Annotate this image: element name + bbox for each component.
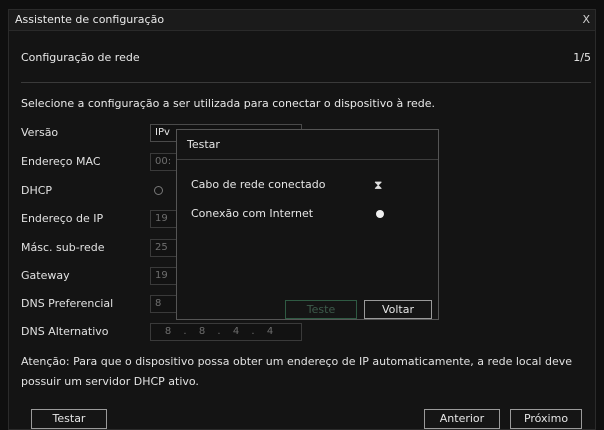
- next-button[interactable]: Próximo: [510, 409, 582, 429]
- status-dot-icon: [376, 210, 384, 218]
- mask-label: Másc. sub-rede: [21, 241, 105, 254]
- dns-octet: 8: [164, 326, 172, 337]
- test-dialog: Testar Cabo de rede conectado ⧗ Conexão …: [176, 129, 439, 320]
- dialog-title: Testar: [187, 138, 220, 151]
- dns-alternate-field[interactable]: 8. 8. 4. 4: [150, 323, 302, 341]
- dns-dot: .: [251, 326, 255, 337]
- dhcp-label: DHCP: [21, 184, 53, 197]
- dns-dot: .: [183, 326, 187, 337]
- dns-octet: 4: [232, 326, 240, 337]
- previous-button[interactable]: Anterior: [424, 409, 500, 429]
- hourglass-icon: ⧗: [374, 178, 383, 192]
- back-button[interactable]: Voltar: [364, 300, 432, 319]
- version-label: Versão: [21, 126, 59, 139]
- cable-status-label: Cabo de rede conectado: [191, 178, 326, 191]
- step-title: Configuração de rede: [21, 51, 140, 64]
- mac-label: Endereço MAC: [21, 155, 101, 168]
- setup-wizard-window: Assistente de configuração X Configuraçã…: [8, 9, 596, 430]
- internet-status-label: Conexão com Internet: [191, 207, 314, 220]
- ip-label: Endereço de IP: [21, 212, 104, 225]
- close-icon[interactable]: X: [582, 13, 590, 26]
- step-counter: 1/5: [573, 51, 591, 64]
- dns-dot: .: [217, 326, 221, 337]
- dhcp-radio[interactable]: [154, 186, 163, 195]
- step-description: Selecione a configuração a ser utilizada…: [21, 97, 435, 110]
- dns-alternate-label: DNS Alternativo: [21, 325, 109, 338]
- window-title: Assistente de configuração: [15, 13, 165, 26]
- dialog-divider: [177, 159, 438, 160]
- dns-octet: 4: [266, 326, 274, 337]
- dhcp-note: Atenção: Para que o dispositivo possa ob…: [21, 355, 572, 388]
- dns-preferred-label: DNS Preferencial: [21, 297, 114, 310]
- window-titlebar: Assistente de configuração X: [9, 10, 595, 31]
- divider: [21, 82, 591, 83]
- dns-octet: 8: [198, 326, 206, 337]
- run-test-button[interactable]: Teste: [285, 300, 357, 319]
- test-button[interactable]: Testar: [31, 409, 107, 429]
- gateway-label: Gateway: [21, 269, 70, 282]
